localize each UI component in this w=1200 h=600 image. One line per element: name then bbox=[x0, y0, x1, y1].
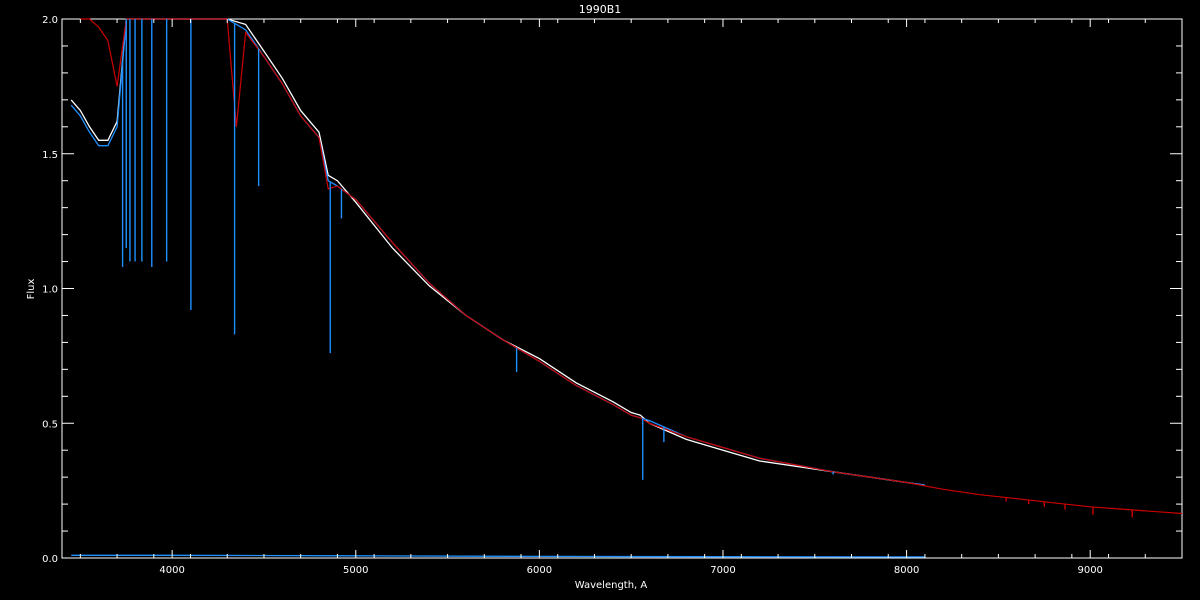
y-axis-label: Flux bbox=[26, 279, 37, 300]
x-tick-label: 4000 bbox=[159, 565, 184, 576]
y-tick-label: 0.5 bbox=[42, 419, 58, 430]
y-tick-label: 2.0 bbox=[42, 15, 58, 26]
x-tick-label: 8000 bbox=[894, 565, 919, 576]
y-tick-label: 1.0 bbox=[42, 285, 58, 296]
y-tick-label: 1.5 bbox=[42, 150, 58, 161]
x-tick-label: 5000 bbox=[343, 565, 368, 576]
chart-background bbox=[0, 0, 1200, 600]
y-tick-label: 0.0 bbox=[42, 554, 58, 565]
spectrum-chart: 1990B1 4000 5000 6000 7000 8000 9000 0.0 0.5 1.0… bbox=[0, 0, 1200, 600]
x-tick-label: 6000 bbox=[527, 565, 552, 576]
x-axis-label: Wavelength, A bbox=[575, 580, 648, 591]
chart-title: 1990B1 bbox=[579, 3, 622, 16]
x-tick-label: 9000 bbox=[1077, 565, 1102, 576]
x-tick-label: 7000 bbox=[710, 565, 735, 576]
